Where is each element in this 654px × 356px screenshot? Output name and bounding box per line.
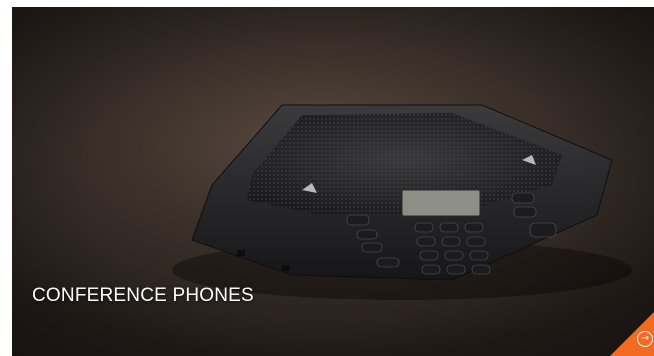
- conference-phones-tile[interactable]: CONFERENCE PHONES →: [12, 7, 654, 356]
- arrow-circle-icon: →: [637, 331, 653, 347]
- tile-open-button[interactable]: →: [610, 312, 654, 356]
- tile-caption: CONFERENCE PHONES: [32, 285, 254, 306]
